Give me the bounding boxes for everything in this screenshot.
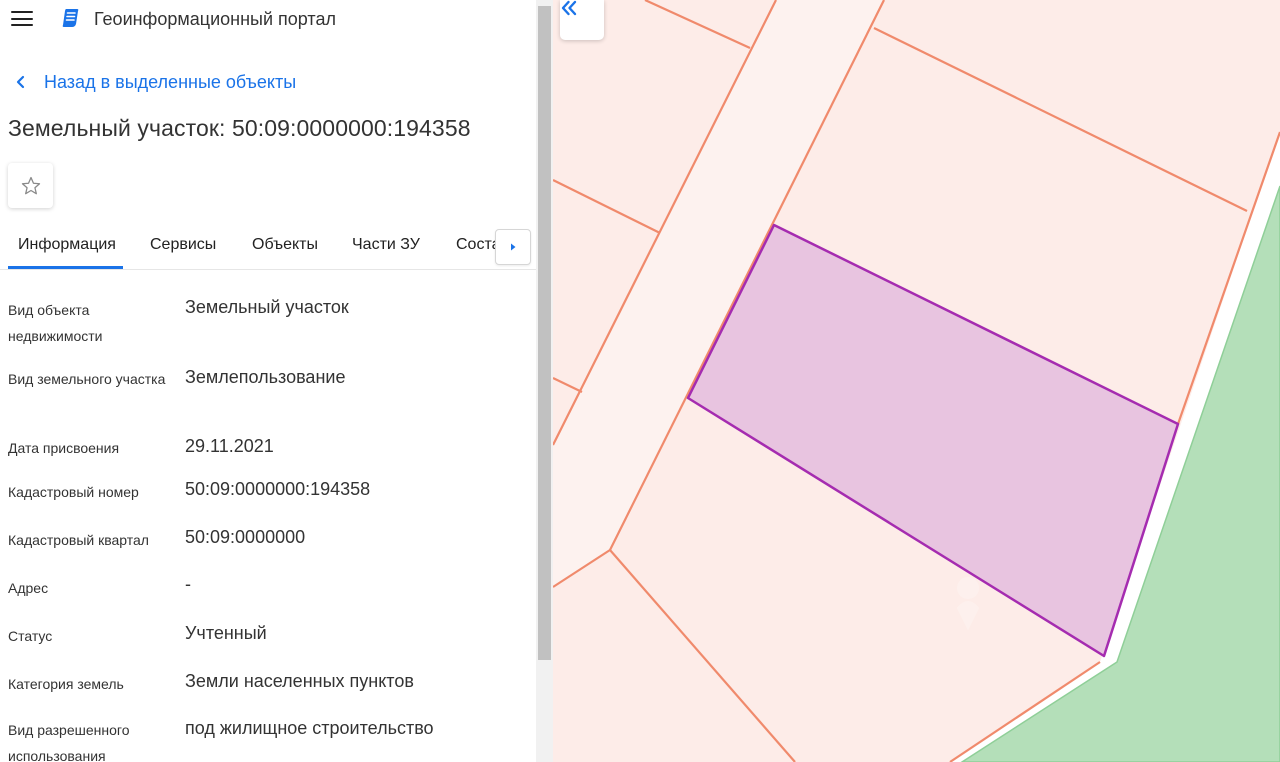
- info-value: 50:09:0000000:194358: [185, 479, 371, 499]
- collapse-panel-button[interactable]: [560, 0, 604, 40]
- info-label: Адрес: [8, 580, 49, 596]
- back-to-selected-link[interactable]: Назад в выделенные объекты: [14, 71, 296, 93]
- tab-parts[interactable]: Части ЗУ: [352, 236, 420, 254]
- info-value: 50:09:0000000: [185, 527, 306, 547]
- info-label: Вид объекта недвижимости: [8, 302, 103, 344]
- info-value: -: [185, 574, 191, 594]
- panel-scrollbar-thumb[interactable]: [538, 6, 551, 660]
- double-chevron-left-icon: [561, 0, 577, 16]
- info-value: Земли населенных пунктов: [185, 671, 414, 691]
- map-view[interactable]: [553, 0, 1280, 762]
- info-label: Кадастровый квартал: [8, 532, 149, 548]
- star-outline-icon: [21, 176, 40, 194]
- tab-bar: Информация Сервисы Объекты Части ЗУ Сост…: [0, 226, 536, 270]
- active-tab-indicator: [8, 266, 123, 269]
- favorite-button[interactable]: [8, 163, 53, 208]
- info-label: Вид земельного участка: [8, 371, 166, 387]
- tab-objects[interactable]: Объекты: [252, 236, 318, 254]
- portal-logo-icon: [62, 9, 79, 27]
- info-panel: Геоинформационный портал Назад в выделен…: [0, 0, 553, 762]
- info-value: Земельный участок: [185, 297, 349, 317]
- page-title: Земельный участок: 50:09:0000000:194358: [8, 115, 471, 141]
- back-link-label: Назад в выделенные объекты: [44, 71, 297, 92]
- info-label: Дата присвоения: [8, 440, 120, 456]
- tabs-scroll-right-button[interactable]: [495, 229, 531, 265]
- tab-services[interactable]: Сервисы: [150, 236, 216, 254]
- chevron-left-icon: [16, 75, 25, 89]
- top-bar: Геоинформационный портал: [0, 0, 536, 38]
- caret-right-icon: [511, 243, 516, 251]
- tab-information[interactable]: Информация: [18, 236, 116, 254]
- tab-composition[interactable]: Соста: [456, 236, 501, 254]
- info-value: 29.11.2021: [185, 436, 274, 456]
- info-value: Землепользование: [185, 367, 346, 387]
- info-value: Учтенный: [185, 623, 267, 643]
- info-value: под жилищное строительство: [185, 718, 434, 738]
- cadastral-map[interactable]: [553, 0, 1280, 762]
- info-label: Статус: [8, 628, 53, 644]
- info-label: Категория земель: [8, 676, 124, 692]
- hamburger-menu-icon[interactable]: [11, 11, 33, 27]
- info-label: Кадастровый номер: [8, 484, 139, 500]
- info-label: Вид разрешенного использования: [8, 722, 130, 762]
- app-title: Геоинформационный портал: [94, 9, 336, 29]
